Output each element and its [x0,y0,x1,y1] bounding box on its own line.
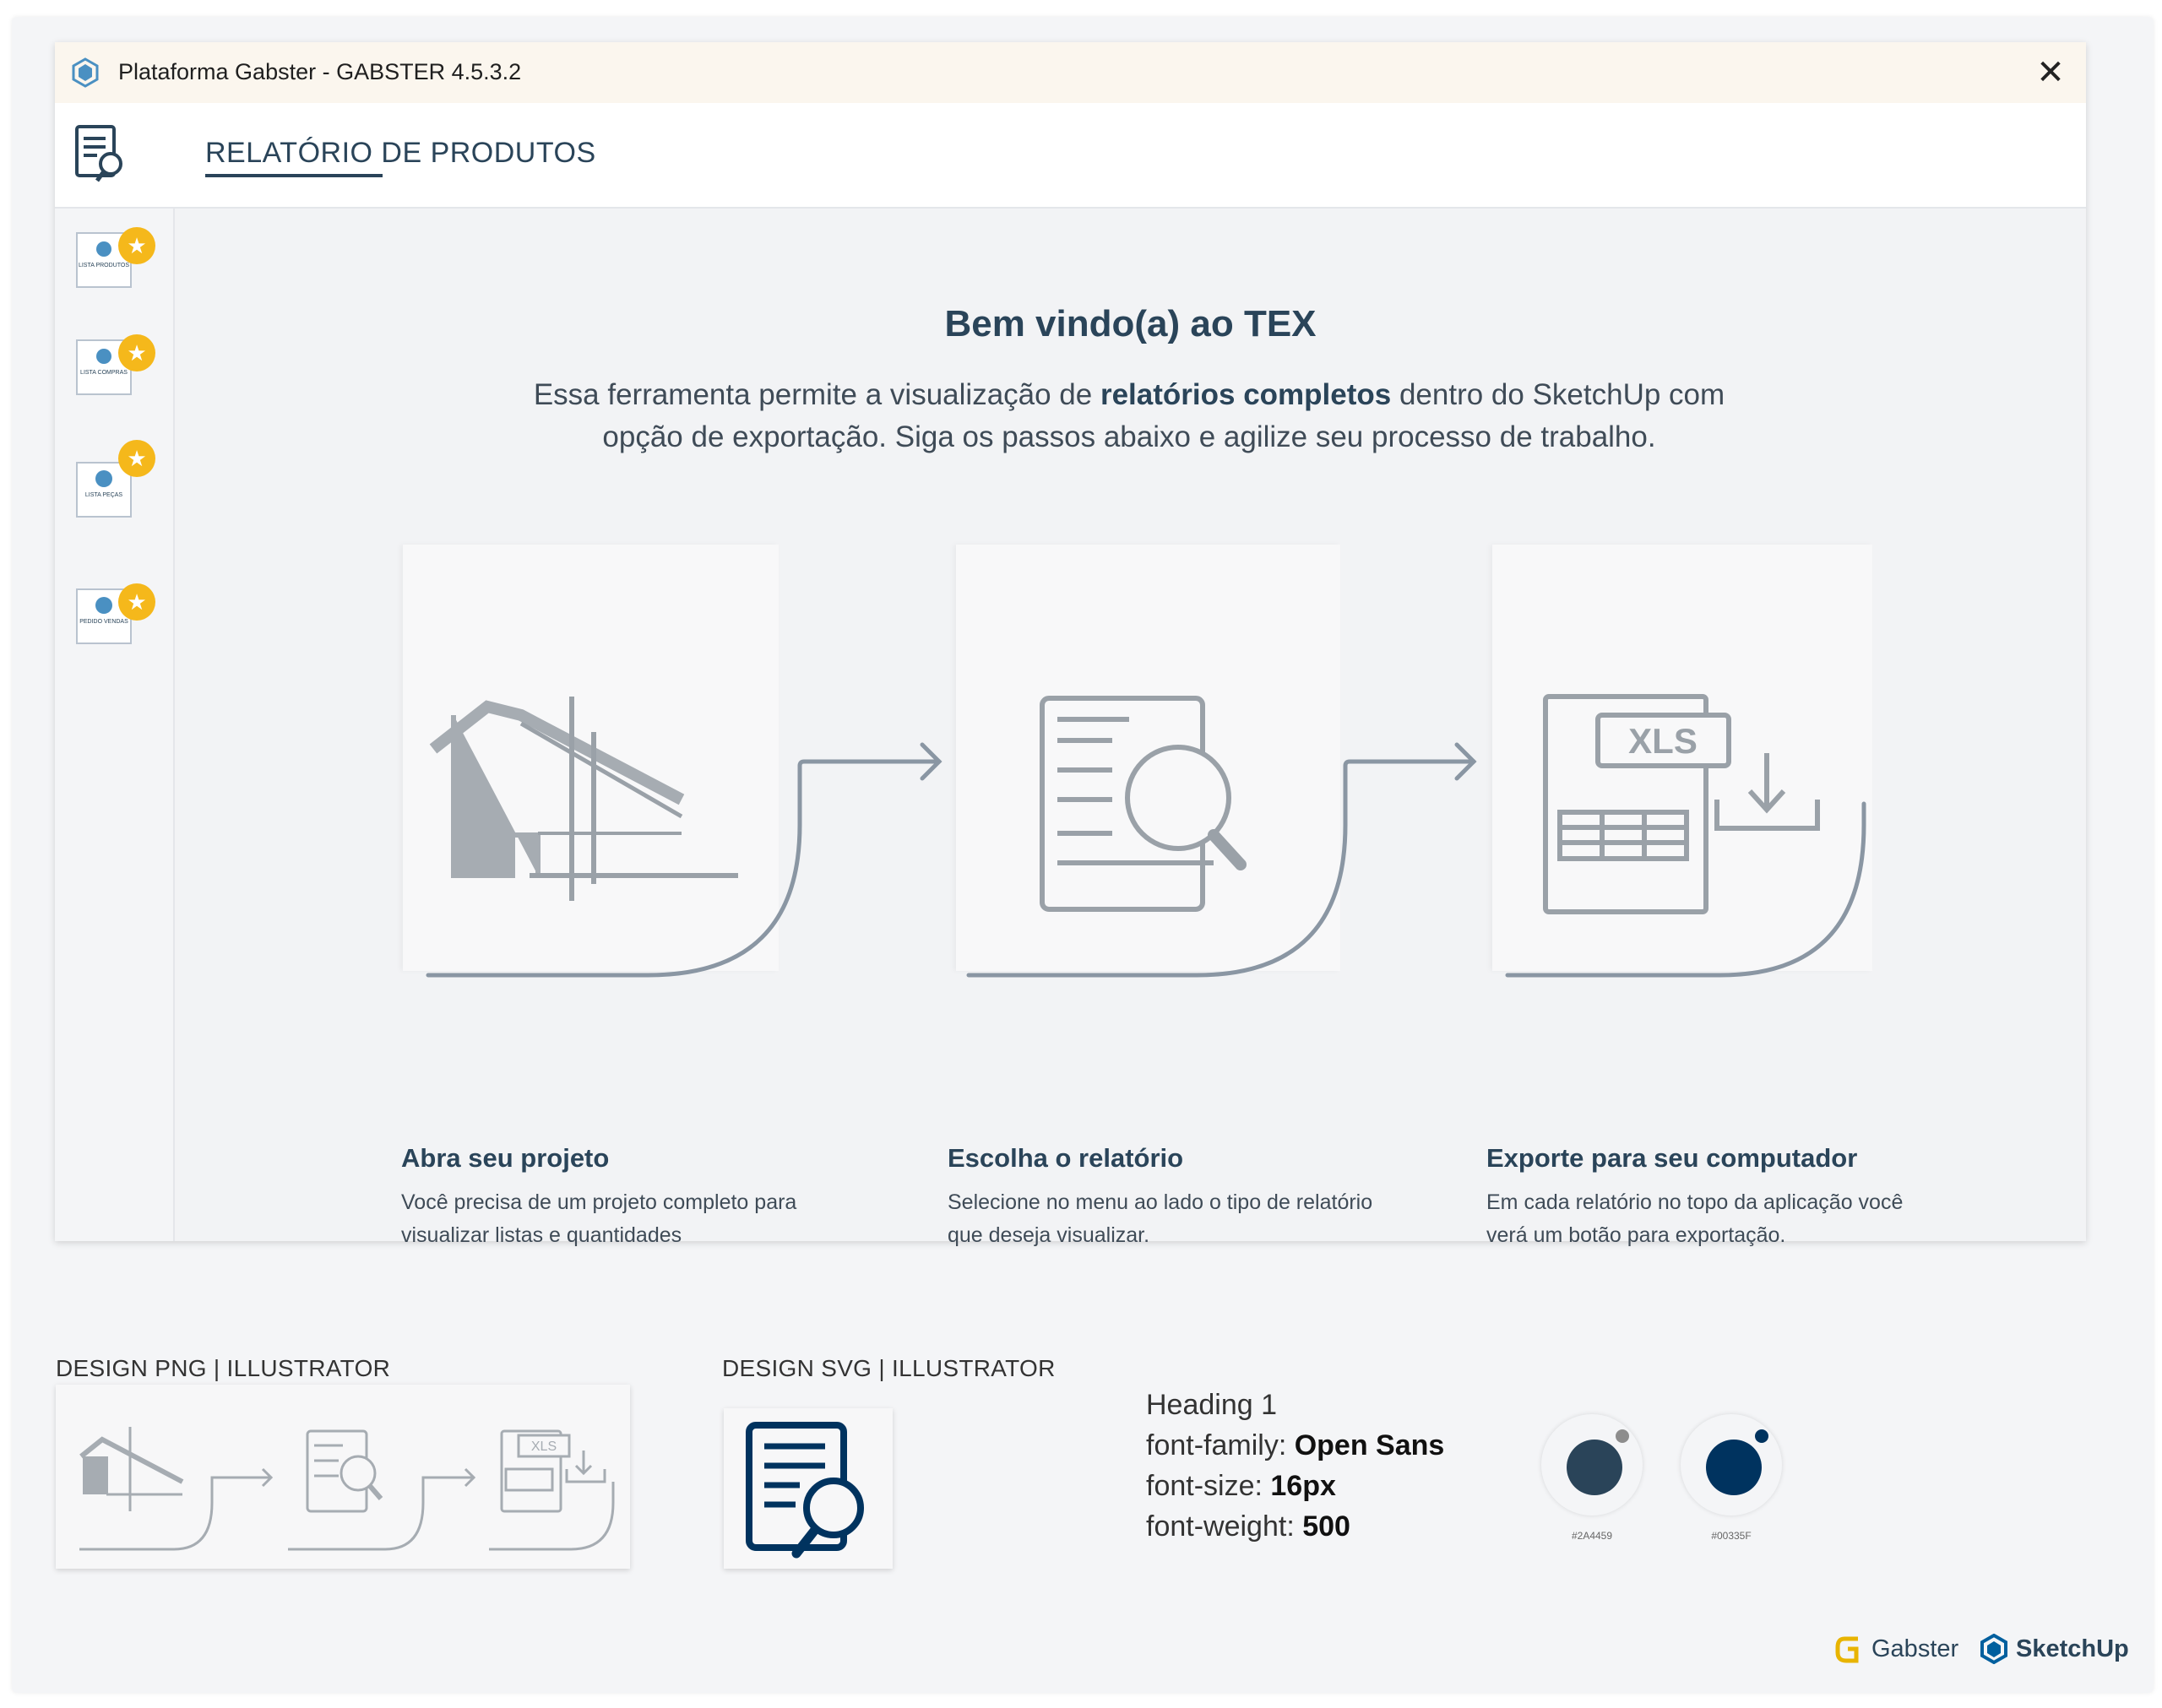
design-png-label: DESIGN PNG | ILLUSTRATOR [56,1355,391,1381]
gabster-brand-name: Gabster [1871,1635,1959,1662]
step-desc-export: Em cada relatório no topo da aplicação v… [1486,1190,1904,1247]
design-svg-thumbnail [724,1408,893,1569]
typography-spec: Heading 1 font-family: Open Sans font-si… [1146,1385,1444,1547]
title-underline [205,174,383,177]
spec-font-family: font-family: Open Sans [1146,1429,1445,1461]
xls-badge: XLS [1628,721,1698,761]
main-content: Bem vindo(a) ao TEX Essa ferramenta perm… [175,209,2086,1247]
gabster-logo-icon [1835,1636,1859,1663]
steps-flow-graphic: XLS [426,694,1866,978]
sidebar-item-lista-produtos[interactable]: LISTA PRODUTOS ★ [76,227,155,291]
color-dot [1706,1440,1762,1495]
sketchup-brand: SketchUp [1979,1634,2129,1664]
favorite-star-icon[interactable]: ★ [118,583,155,621]
design-png-thumbnail: XLS [56,1385,630,1569]
report-search-icon-large [1040,696,1247,912]
gabster-app-icon [72,57,99,88]
color-label-secondary: #00335F [1711,1530,1752,1542]
color-dot [1567,1440,1622,1495]
thumb-xls-badge: XLS [531,1440,557,1454]
page-title: RELATÓRIO DE PRODUTOS [205,137,596,169]
spec-heading: Heading 1 [1146,1389,1278,1421]
sidebar-item-lista-pecas[interactable]: LISTA PEÇAS ★ [76,440,155,521]
color-label-primary: #2A4459 [1571,1530,1613,1542]
spec-font-weight: font-weight: 500 [1146,1510,1350,1543]
app-window: Plataforma Gabster - GABSTER 4.5.3.2 ✕ R… [55,42,2086,1247]
spec-font-size: font-size: 16px [1146,1470,1336,1502]
sidebar-item-pedido-vendas[interactable]: PEDIDO VENDAS ★ [76,583,155,648]
report-search-icon [746,1422,864,1559]
favorite-star-icon[interactable]: ★ [118,227,155,264]
step-title-export: Exporte para seu computador [1486,1143,1858,1173]
color-indicator [1755,1429,1768,1443]
title-bar: Plataforma Gabster - GABSTER 4.5.3.2 ✕ [55,42,2086,103]
step-desc-open-project: Você precisa de um projeto completo para… [401,1190,797,1247]
design-svg-label: DESIGN SVG | ILLUSTRATOR [722,1355,1056,1381]
step-title-open-project: Abra seu projeto [401,1143,610,1173]
color-indicator [1616,1429,1629,1443]
gabster-brand: Gabster [1834,1634,1958,1664]
step-title-choose-report: Escolha o relatório [948,1143,1184,1173]
window-title: Plataforma Gabster - GABSTER 4.5.3.2 [118,59,522,84]
favorite-star-icon[interactable]: ★ [118,334,155,371]
sketchup-logo-icon [1980,1634,2007,1664]
sidebar-item-lista-compras[interactable]: LISTA COMPRAS ★ [76,334,155,399]
step-desc-choose-report: Selecione no menu ao lado o tipo de rela… [948,1190,1373,1247]
sidebar: LISTA PRODUTOS ★ LISTA COMPRAS ★ LISTA P… [55,209,175,1241]
sketchup-brand-name: SketchUp [2016,1635,2129,1662]
page-header: RELATÓRIO DE PRODUTOS [55,103,2086,209]
report-search-icon[interactable] [72,122,133,187]
favorite-star-icon[interactable]: ★ [118,440,155,477]
color-swatch-secondary [1681,1414,1782,1516]
color-swatch-primary [1541,1414,1643,1516]
house-plan-icon [429,697,738,901]
close-button[interactable]: ✕ [2032,54,2069,91]
